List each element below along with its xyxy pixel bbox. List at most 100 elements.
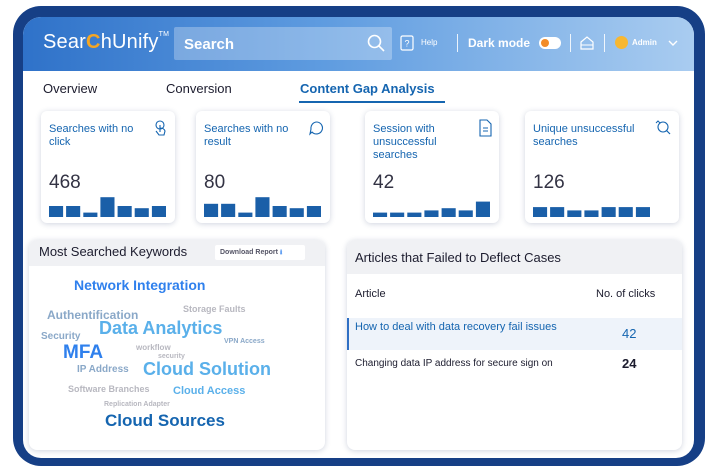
sparkline-bar [458,210,473,217]
sparkline-bar [117,206,132,217]
metric-card-unsuccessful-sessions[interactable]: Session with unsuccessful searches 42 [365,111,499,223]
article-link[interactable]: Changing data IP address for secure sign… [355,358,553,369]
sparkline-bar [407,212,422,217]
sparkline-bars [49,197,166,217]
dark-mode-label: Dark mode [468,36,531,50]
sparkline-bar [66,206,81,217]
help-label[interactable]: Help [421,38,437,47]
app-screen: SearChUnifyTM ? Help Dark mode Admin [23,17,694,458]
sparkline-bar [618,207,633,217]
keyword[interactable]: Cloud Solution [143,359,271,380]
keyword[interactable]: workflow [136,343,171,352]
search-refresh-icon [655,120,671,135]
card-title: Unique unsuccessful searches [533,123,635,148]
column-header-article: Article [355,288,386,300]
toggle-knob [541,39,549,47]
click-count: 42 [622,326,637,341]
column-header-clicks: No. of clicks [596,288,656,300]
sparkline-bar [550,207,565,217]
help-icon[interactable]: ? [400,35,414,51]
card-value: 80 [204,172,226,193]
keyword[interactable]: Security [41,331,80,342]
user-name[interactable]: Admin [632,38,657,47]
download-report-label: Download Report [220,249,278,256]
sparkline-bar [441,208,456,217]
dark-mode-toggle[interactable] [539,37,561,49]
sparkline-bar [221,203,236,217]
sparkline-bar [255,197,270,217]
sparkline-bar [204,203,219,217]
sparkline-bar [272,206,287,217]
sparkline-bar [151,206,166,217]
svg-text:?: ? [404,39,409,49]
keyword[interactable]: Cloud Access [173,385,245,397]
download-icon: ⭳ [279,249,283,256]
searchunify-logo[interactable]: SearChUnifyTM [43,31,169,54]
search-input[interactable] [184,34,354,54]
keyword[interactable]: Network Integration [74,277,205,293]
touch-icon [155,120,166,136]
sparkline-bar [289,208,304,217]
card-value: 468 [49,172,81,193]
logo-tm: TM [158,31,170,38]
panel-header: Most Searched Keywords Download Report ⭳ [29,240,325,266]
divider [457,34,458,52]
sparkline-bar [635,207,650,217]
panel-title: Most Searched Keywords [39,244,188,259]
logo-text-start: Sear [43,31,87,53]
sparkline-bars [373,201,490,217]
sparkline-bar [373,212,388,217]
most-searched-keywords-panel: Most Searched Keywords Download Report ⭳… [29,240,325,450]
tab-overview[interactable]: Overview [43,81,97,96]
keyword[interactable]: Storage Faults [183,304,246,314]
chat-icon [309,121,323,136]
card-title: Searches with no result [204,123,289,148]
card-title: Searches with no click [49,123,134,148]
sparkline-bar [601,207,616,217]
sparkline-bar [134,208,149,217]
sparkline-bar [424,210,439,217]
keyword[interactable]: Replication Adapter [104,401,170,408]
home-icon[interactable] [580,35,594,51]
keyword[interactable]: VPN Access [224,338,265,345]
search-box[interactable] [174,27,392,60]
metric-card-no-result[interactable]: Searches with no result 80 [196,111,330,223]
download-report-button[interactable]: Download Report ⭳ [215,245,305,260]
keyword[interactable]: Data Analytics [99,318,222,339]
card-value: 42 [373,172,395,193]
sparkline-bars [204,197,321,217]
sparkline-bar [306,206,321,217]
sparkline-bar [475,201,490,217]
sparkline-bar [83,212,98,217]
failed-deflection-articles-panel: Articles that Failed to Deflect Cases Ar… [347,240,682,450]
divider [570,34,571,52]
sparkline-bar [49,206,64,217]
tab-conversion[interactable]: Conversion [166,81,232,96]
sparkline-bar [100,197,115,217]
keyword[interactable]: Cloud Sources [105,411,225,431]
sparkline-bar [390,212,405,217]
metric-card-no-click[interactable]: Searches with no click 468 [41,111,175,223]
document-icon [479,119,492,137]
search-icon[interactable] [366,33,386,53]
panel-title: Articles that Failed to Deflect Cases [355,250,561,265]
active-tab-indicator [299,101,445,103]
sparkline-bar [584,210,599,217]
logo-text-end: hUnify [100,31,159,53]
article-link[interactable]: How to deal with data recovery fail issu… [355,321,575,333]
sparkline-bar [533,207,548,217]
logo-text-c: C [86,31,101,53]
divider [604,34,605,52]
sparkline-bar [238,212,253,217]
keyword[interactable]: MFA [63,342,103,364]
click-count: 24 [622,356,637,371]
panel-header: Articles that Failed to Deflect Cases [347,240,682,274]
chevron-down-icon[interactable] [668,38,678,48]
keyword[interactable]: Software Branches [68,384,150,394]
sparkline-bars [533,207,650,217]
tab-content-gap-analysis[interactable]: Content Gap Analysis [300,81,435,96]
keyword[interactable]: IP Address [77,364,129,375]
card-title: Session with unsuccessful searches [373,123,437,161]
avatar[interactable] [615,36,628,49]
metric-card-unique-unsuccessful[interactable]: Unique unsuccessful searches 126 [525,111,679,223]
